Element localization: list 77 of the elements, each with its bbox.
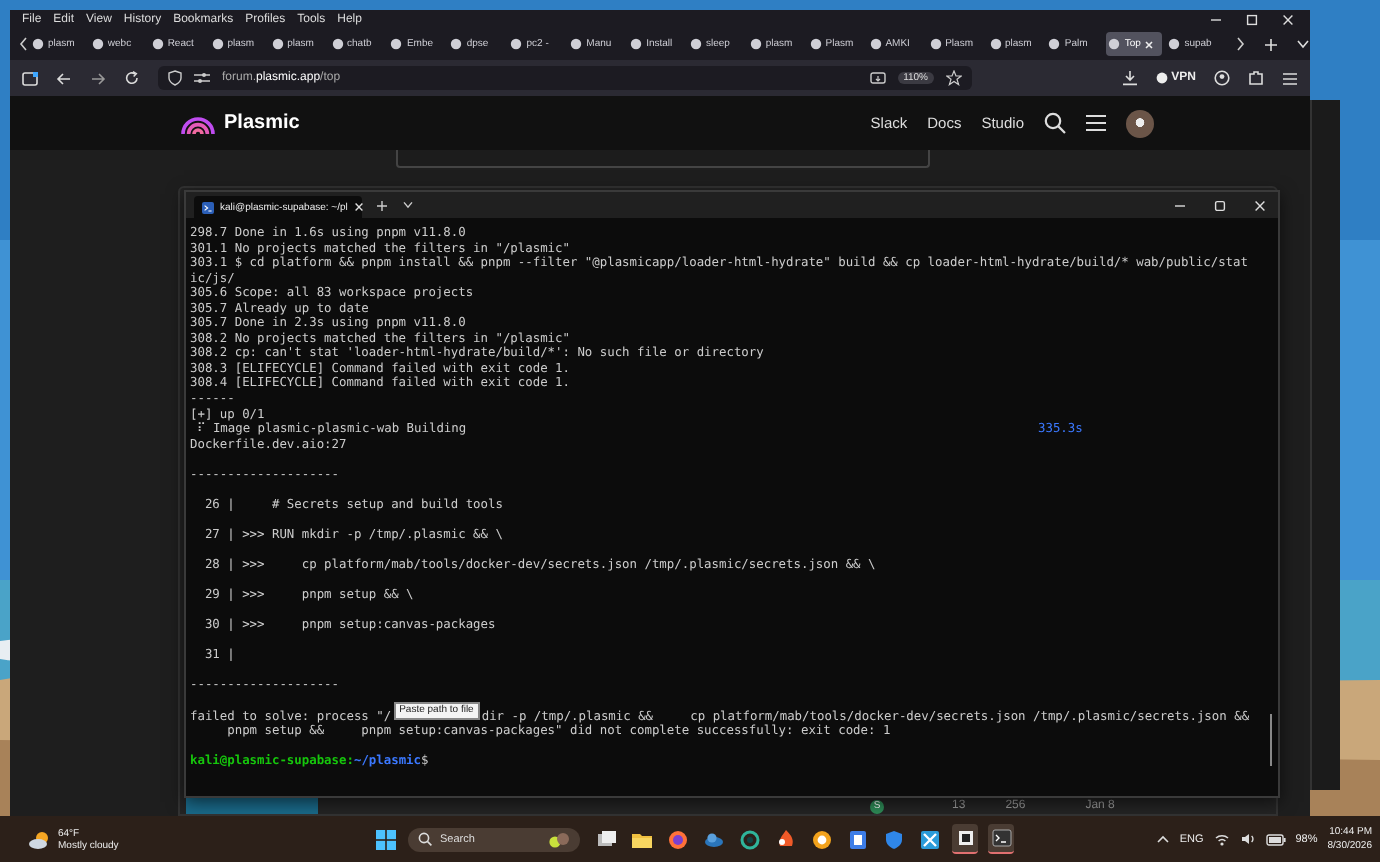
ring-icon xyxy=(739,829,759,849)
vpn-icon xyxy=(1155,72,1168,84)
cube-icon xyxy=(955,828,975,848)
site-icon xyxy=(151,38,164,50)
cloud-icon xyxy=(703,829,723,849)
puzzle-icon[interactable] xyxy=(1248,70,1264,86)
star-icon[interactable] xyxy=(946,70,962,86)
search-icon xyxy=(418,832,432,846)
terminal-icon xyxy=(991,828,1011,848)
shield-icon xyxy=(883,829,903,849)
sidebar-icon[interactable] xyxy=(22,71,38,85)
forward-icon[interactable] xyxy=(90,71,106,85)
chevron-right-icon[interactable] xyxy=(1234,36,1247,52)
maximize-icon[interactable] xyxy=(1214,199,1226,211)
flame-icon xyxy=(775,829,795,849)
site-icon xyxy=(91,38,104,50)
site-icon xyxy=(450,38,463,50)
document-icon xyxy=(847,829,867,849)
start-button[interactable] xyxy=(376,829,396,849)
chevron-left-icon[interactable] xyxy=(18,36,30,52)
close-icon[interactable] xyxy=(1254,199,1266,211)
speaker-icon[interactable] xyxy=(1239,832,1256,846)
wifi-icon[interactable] xyxy=(1213,832,1230,846)
circle-icon xyxy=(811,829,831,849)
site-icon xyxy=(331,38,344,50)
maximize-icon[interactable] xyxy=(1246,13,1258,25)
globe-icon xyxy=(667,829,687,849)
avatar[interactable] xyxy=(1126,109,1154,137)
back-icon[interactable] xyxy=(56,71,72,85)
windows-icon xyxy=(376,829,396,849)
menu-icon[interactable] xyxy=(1282,71,1298,85)
ball-icon xyxy=(548,831,570,847)
shield-icon xyxy=(168,70,182,86)
weather-icon xyxy=(28,829,52,849)
minimize-icon[interactable] xyxy=(1174,199,1186,211)
taskbar-app[interactable] xyxy=(952,824,978,854)
crossed-icon xyxy=(919,829,939,849)
settings-icon[interactable] xyxy=(194,72,210,84)
site-icon xyxy=(32,38,44,50)
site-icon xyxy=(989,38,1001,50)
site-icon xyxy=(929,38,942,50)
logo-icon xyxy=(180,113,216,133)
site-icon xyxy=(809,38,822,50)
close-icon[interactable] xyxy=(1144,39,1155,49)
chevron-down-icon[interactable] xyxy=(1296,38,1310,50)
site-icon xyxy=(1168,38,1181,50)
site-icon xyxy=(510,38,523,50)
taskbar-app[interactable] xyxy=(988,824,1014,854)
site-icon xyxy=(1048,38,1061,50)
site-icon xyxy=(570,38,583,50)
plus-icon[interactable] xyxy=(376,199,388,211)
site-icon xyxy=(689,38,702,50)
brand-name: Plasmic xyxy=(224,112,300,134)
search-icon[interactable] xyxy=(1044,112,1066,134)
download-icon[interactable] xyxy=(1121,70,1138,86)
close-icon[interactable] xyxy=(353,202,364,212)
plus-icon[interactable] xyxy=(1264,37,1279,51)
menu-icon[interactable] xyxy=(1086,114,1106,132)
site-icon xyxy=(869,38,882,50)
site-icon xyxy=(630,38,643,50)
reload-icon[interactable] xyxy=(124,70,140,86)
site-icon xyxy=(390,38,403,50)
site-icon xyxy=(211,38,224,50)
minimize-icon[interactable] xyxy=(1210,13,1222,25)
site-icon xyxy=(749,38,762,50)
terminal-icon xyxy=(202,201,214,213)
chevron-up-icon[interactable] xyxy=(1155,834,1170,844)
account-icon[interactable] xyxy=(1214,70,1230,86)
task-view-icon xyxy=(595,829,615,849)
close-icon[interactable] xyxy=(1282,13,1294,25)
screen-icon[interactable] xyxy=(869,71,886,85)
site-icon xyxy=(1108,38,1121,50)
battery-icon[interactable] xyxy=(1265,833,1286,845)
folder-icon xyxy=(631,829,651,849)
site-icon xyxy=(271,38,284,50)
chevron-down-icon[interactable] xyxy=(402,200,414,210)
scrollbar[interactable] xyxy=(1269,714,1272,766)
